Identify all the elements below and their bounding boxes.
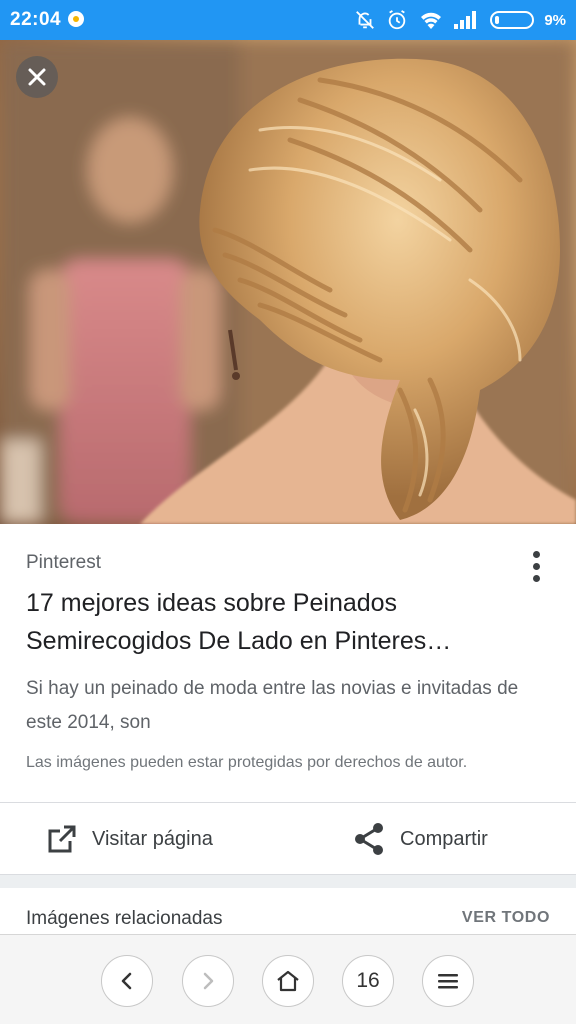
battery-percent: 9% [544,11,566,29]
open-external-icon [48,825,76,853]
result-title[interactable]: 17 mejores ideas sobre Peinados Semireco… [26,584,546,660]
chevron-left-icon [121,972,132,990]
notification-icon [68,11,84,27]
browser-bottom-bar: 16 [0,934,576,1024]
status-time: 22:04 [10,9,62,30]
divider [0,802,576,803]
chevron-right-icon [203,972,214,990]
section-separator [0,874,576,888]
related-images-heading: Imágenes relacionadas [26,908,223,929]
more-dot [532,562,540,570]
share-button[interactable]: Compartir [352,812,488,866]
tabs-button[interactable]: 16 [342,955,394,1007]
close-button[interactable] [16,56,58,98]
home-icon [277,970,299,992]
wifi-icon [421,12,442,29]
share-icon [355,823,383,855]
alarm-icon [389,10,406,30]
more-dot [532,550,540,558]
status-icons: 9% [354,0,566,40]
visit-page-button[interactable]: Visitar página [46,812,213,866]
source-name[interactable]: Pinterest [26,552,101,574]
visit-page-label: Visitar página [92,827,213,850]
hairstyle-photo[interactable] [0,40,576,524]
share-label: Compartir [400,827,488,850]
see-all-link[interactable]: VER TODO [462,909,550,927]
more-dot [532,574,540,582]
menu-button[interactable] [422,955,474,1007]
forward-button[interactable] [182,955,234,1007]
battery-icon [490,11,535,29]
tab-count: 16 [356,969,380,992]
mute-bell-icon [356,11,375,29]
hairstyle-illustration [0,40,576,524]
back-button[interactable] [101,955,153,1007]
close-icon [28,68,46,86]
more-options-button[interactable] [520,544,552,588]
result-snippet: Si hay un peinado de moda entre las novi… [26,678,519,733]
signal-icon [454,11,477,29]
hamburger-menu-icon [438,974,458,989]
copyright-notice: Las imágenes pueden estar protegidas por… [26,754,468,771]
status-bar: 22:04 9% [0,0,576,40]
home-button[interactable] [262,955,314,1007]
